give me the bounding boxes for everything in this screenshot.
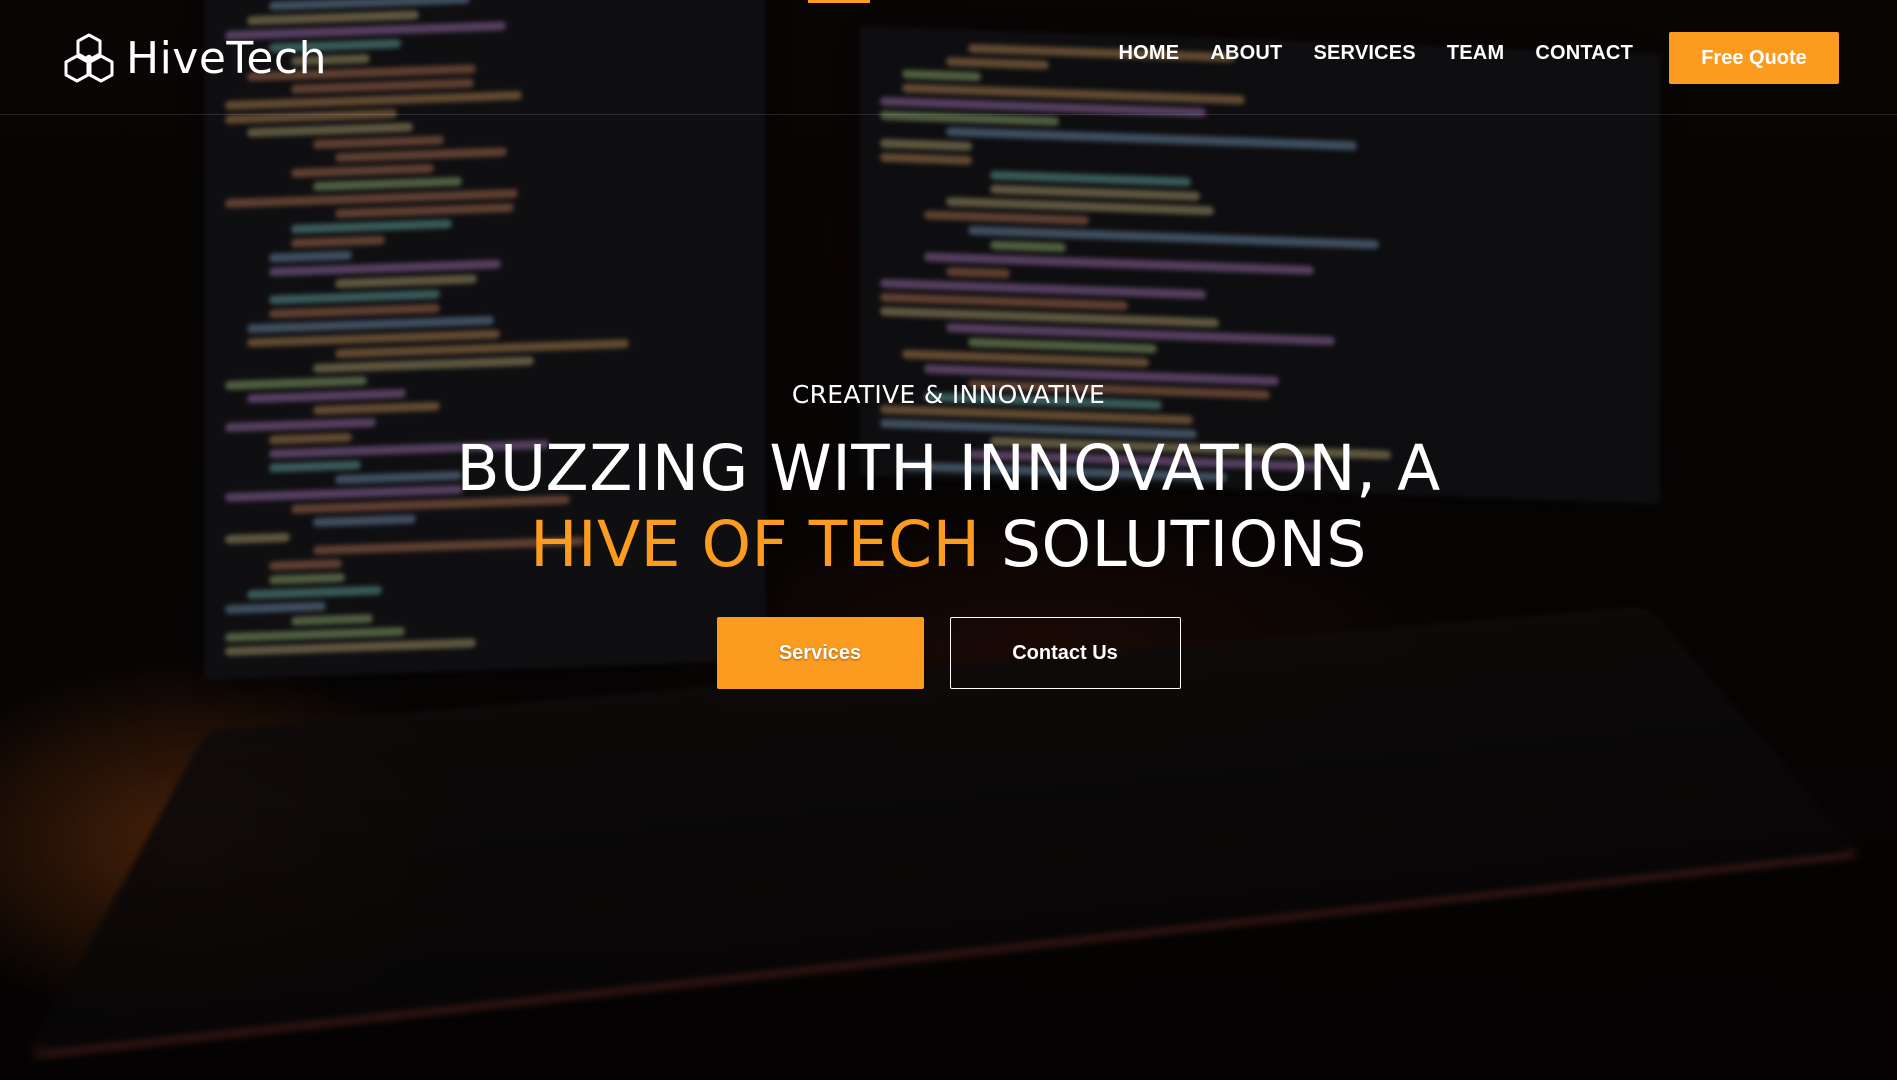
hero-cta-row: Services Contact Us (0, 617, 1897, 689)
contact-us-button[interactable]: Contact Us (949, 617, 1181, 689)
headline-line-1: BUZZING WITH INNOVATION, A (456, 432, 1441, 505)
nav-home-link[interactable]: HOME (1119, 42, 1180, 65)
services-button[interactable]: Services (716, 617, 924, 689)
site-header: HiveTech HOME ABOUT SERVICES TEAM CONTAC… (0, 0, 1897, 115)
headline-accent: HIVE OF TECH (530, 508, 981, 581)
nav-services-link[interactable]: SERVICES (1313, 42, 1415, 65)
nav-team-link[interactable]: TEAM (1447, 42, 1504, 65)
headline-rest: SOLUTIONS (980, 508, 1367, 581)
hexagon-bee-logo-icon (64, 33, 114, 83)
hero-kicker: CREATIVE & INNOVATIVE (791, 380, 1106, 409)
hero-section: CREATIVE & INNOVATIVE BUZZING WITH INNOV… (0, 380, 1897, 689)
nav-contact-link[interactable]: CONTACT (1535, 42, 1633, 65)
scroll-indicator (808, 0, 870, 3)
hero-headline: BUZZING WITH INNOVATION, A HIVE OF TECH … (0, 431, 1897, 583)
nav-about-link[interactable]: ABOUT (1210, 42, 1282, 65)
free-quote-button[interactable]: Free Quote (1669, 32, 1839, 84)
brand-name: HiveTech (126, 32, 327, 84)
brand-logo-link[interactable]: HiveTech (60, 32, 327, 84)
main-nav: HOME ABOUT SERVICES TEAM CONTACT (1119, 42, 1633, 65)
